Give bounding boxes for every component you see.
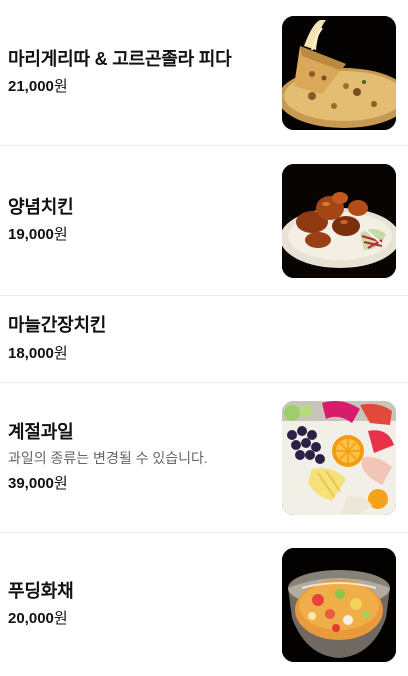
price-unit: 원 — [53, 474, 68, 492]
menu-item-info: 마리게리따 & 고르곤졸라 피다 21,000원 — [8, 49, 272, 97]
price-value: 18,000 — [8, 344, 54, 362]
menu-item-price: 21,000원 — [8, 78, 272, 96]
menu-item[interactable]: 마리게리따 & 고르곤졸라 피다 21,000원 — [0, 0, 408, 146]
menu-item-description: 과일의 종류는 변경될 수 있습니다. — [8, 449, 208, 466]
menu-item-price: 20,000원 — [8, 610, 272, 628]
menu-item-price: 19,000원 — [8, 226, 272, 244]
fruit-platter-photo[interactable] — [282, 400, 396, 515]
menu-item[interactable]: 계절과일 과일의 종류는 변경될 수 있습니다. 39,000원 — [0, 383, 408, 533]
price-unit: 원 — [53, 344, 68, 362]
menu-item-name: 마늘간장치킨 — [8, 315, 107, 336]
menu-item[interactable]: 푸딩화채 20,000원 — [0, 533, 408, 676]
price-value: 21,000 — [8, 78, 54, 96]
menu-item[interactable]: 양념치킨 19,000원 — [0, 146, 408, 296]
pizza-photo[interactable] — [282, 15, 396, 130]
price-unit: 원 — [53, 610, 68, 628]
menu-item-info: 푸딩화채 20,000원 — [8, 581, 272, 629]
menu-item-name: 계절과일 — [8, 422, 74, 443]
menu-item-name: 마리게리따 & 고르곤졸라 피다 — [8, 48, 232, 69]
price-unit: 원 — [53, 226, 68, 244]
price-value: 19,000 — [8, 226, 54, 244]
price-value: 20,000 — [8, 610, 54, 628]
punch-bowl-photo[interactable] — [282, 547, 396, 662]
menu-item-info: 계절과일 과일의 종류는 변경될 수 있습니다. 39,000원 — [8, 422, 272, 492]
price-value: 39,000 — [8, 474, 54, 492]
chicken-photo[interactable] — [282, 163, 396, 278]
menu-item-info: 양념치킨 19,000원 — [8, 197, 272, 245]
menu-item-name: 푸딩화채 — [8, 580, 74, 601]
price-unit: 원 — [53, 78, 68, 96]
menu-item-name: 양념치킨 — [8, 196, 74, 217]
menu-item-price: 18,000원 — [8, 345, 396, 363]
menu-list: 마리게리따 & 고르곤졸라 피다 21,000원 양념치킨 19,000원 마늘… — [0, 0, 408, 676]
menu-item-price: 39,000원 — [8, 475, 272, 493]
menu-item-info: 마늘간장치킨 18,000원 — [8, 315, 396, 363]
menu-item[interactable]: 마늘간장치킨 18,000원 — [0, 296, 408, 383]
